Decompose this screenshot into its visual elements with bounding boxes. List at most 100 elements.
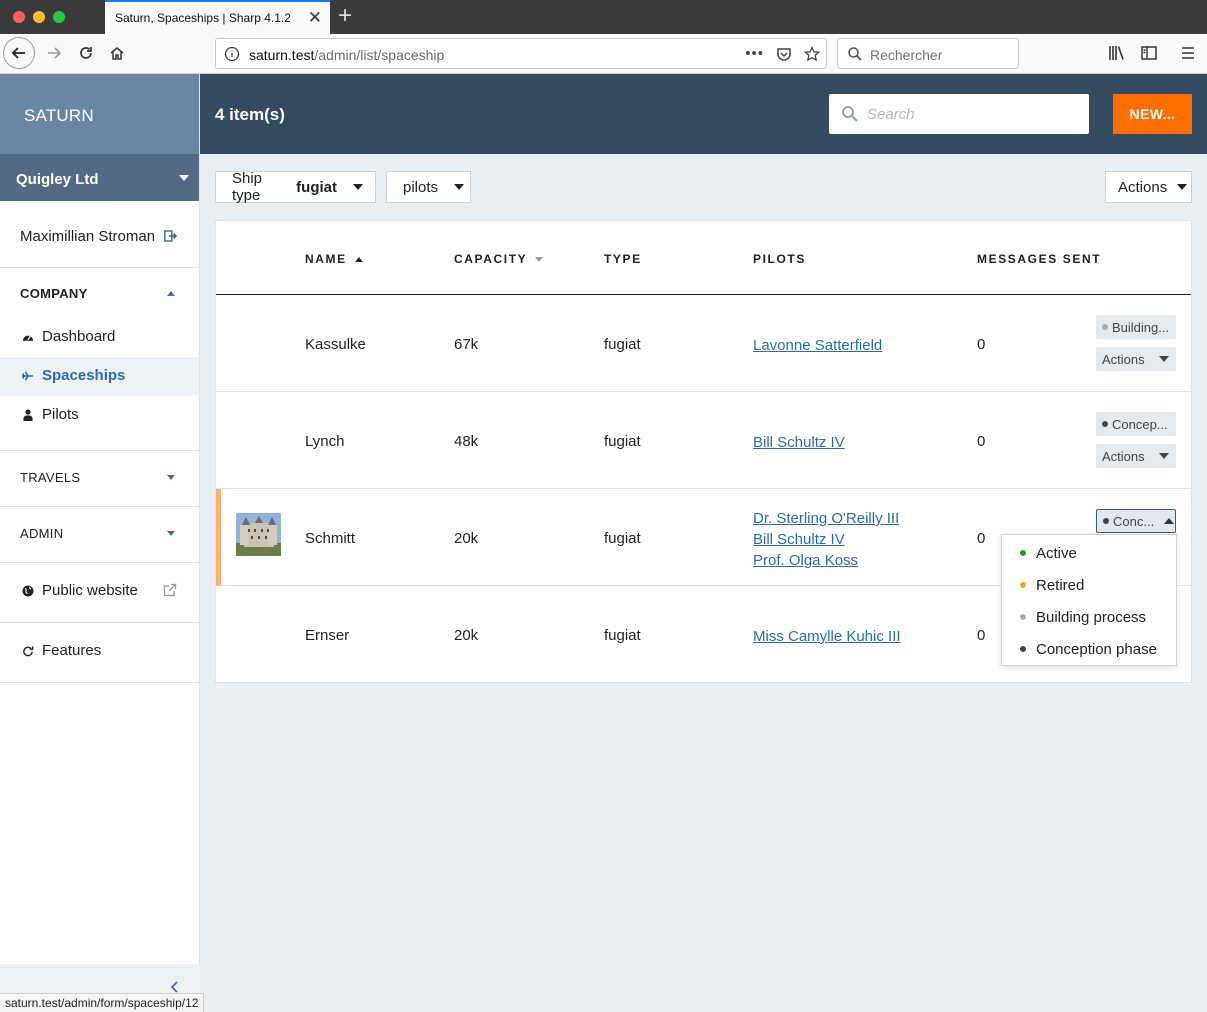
sidebar-item-pilots[interactable]: Pilots	[0, 396, 199, 435]
home-button[interactable]	[101, 37, 133, 69]
item-count: 4 item(s)	[215, 105, 285, 124]
chevron-down-icon	[1158, 453, 1169, 459]
public-website-label: Public website	[42, 582, 138, 599]
row-capacity: 20k	[454, 627, 479, 644]
table-row[interactable]: Kassulke 67k fugiat Lavonne Satterfield …	[216, 295, 1191, 392]
row-messages: 0	[977, 336, 986, 353]
state-dot	[1020, 646, 1026, 652]
sidebar-item-spaceships[interactable]: Spaceships	[0, 357, 199, 396]
sidebar-toggle-icon[interactable]	[1140, 44, 1158, 65]
column-name[interactable]: NAME	[305, 252, 363, 266]
row-type: fugiat	[604, 627, 641, 644]
row-type: fugiat	[604, 336, 641, 353]
new-button[interactable]: NEW...	[1113, 94, 1192, 134]
row-actions-label: Actions	[1102, 351, 1145, 367]
chevron-down-icon	[167, 531, 175, 536]
state-dot	[1103, 518, 1109, 524]
features-link[interactable]: Features	[0, 623, 199, 683]
state-option-conception[interactable]: Conception phase	[1002, 633, 1176, 665]
state-button[interactable]: Concep...	[1096, 412, 1176, 436]
actions-label: Actions	[1118, 178, 1168, 196]
url-bar[interactable]: saturn.test/admin/list/spaceship •••	[215, 38, 827, 69]
pocket-icon[interactable]	[776, 46, 792, 62]
chevron-down-icon	[353, 184, 363, 190]
filter-value: fugiat	[296, 178, 337, 196]
close-tab-icon[interactable]: ✕	[308, 8, 322, 28]
chevron-down-icon	[1177, 184, 1188, 190]
row-name: Kassulke	[305, 336, 366, 353]
company-selector[interactable]: Quigley Ltd	[0, 154, 199, 201]
row-name: Schmitt	[305, 530, 356, 547]
state-option-building[interactable]: Building process	[1002, 601, 1176, 633]
state-button[interactable]: Building...	[1096, 315, 1176, 339]
column-capacity[interactable]: CAPACITY	[454, 252, 544, 266]
menu-icon[interactable]	[1180, 44, 1196, 65]
reload-button[interactable]	[70, 37, 102, 69]
actions-dropdown[interactable]: Actions	[1105, 171, 1192, 203]
state-dot	[1020, 614, 1026, 620]
refresh-icon	[22, 644, 34, 658]
row-actions-button[interactable]: Actions	[1096, 347, 1176, 371]
state-label: Building...	[1112, 319, 1170, 335]
public-website-link[interactable]: Public website	[0, 563, 199, 623]
column-type: TYPE	[604, 252, 642, 266]
row-messages: 0	[977, 433, 986, 450]
close-window-button[interactable]	[13, 11, 25, 23]
section-travels[interactable]: TRAVELS	[0, 451, 199, 507]
state-option-label: Conception phase	[1036, 640, 1157, 658]
pilots-filter[interactable]: pilots	[386, 171, 471, 203]
section-company[interactable]: COMPANY	[0, 268, 199, 318]
row-capacity: 20k	[454, 530, 479, 547]
logout-icon[interactable]	[164, 229, 178, 246]
forward-button[interactable]	[38, 37, 70, 69]
sidebar-item-dashboard[interactable]: Dashboard	[0, 318, 199, 357]
new-tab-icon[interactable]: +	[338, 3, 352, 29]
maximize-window-button[interactable]	[53, 11, 65, 23]
state-label: Concep...	[1112, 416, 1168, 432]
row-messages: 0	[977, 627, 986, 644]
status-bar-url: saturn.test/admin/form/spaceship/12	[0, 993, 205, 1012]
state-option-active[interactable]: Active	[1002, 537, 1176, 569]
browser-search-placeholder: Rechercher	[870, 47, 943, 63]
search-field[interactable]	[829, 94, 1089, 134]
state-button[interactable]: Conc...	[1096, 509, 1176, 533]
info-icon[interactable]	[224, 46, 240, 65]
sidebar: SATURN Quigley Ltd Maximillian Stroman C…	[0, 74, 200, 1012]
browser-tab-bar: Saturn, Spaceships | Sharp 4.1.2 ✕ +	[0, 0, 1207, 34]
section-travels-label: TRAVELS	[20, 470, 81, 485]
browser-search-bar[interactable]: Rechercher	[837, 38, 1019, 69]
row-actions-button[interactable]: Actions	[1096, 444, 1176, 468]
list-header: 4 item(s) NEW...	[200, 74, 1207, 154]
pilot-link[interactable]: Bill Schultz IV	[753, 432, 845, 453]
library-icon[interactable]	[1108, 44, 1126, 65]
pilot-link[interactable]: Miss Camylle Kuhic III	[753, 626, 901, 647]
row-pilots: Lavonne Satterfield	[753, 335, 882, 356]
more-icon[interactable]: •••	[745, 45, 764, 62]
filter-label: pilots	[403, 178, 439, 196]
row-type: fugiat	[604, 433, 641, 450]
section-company-label: COMPANY	[20, 286, 88, 301]
sidebar-item-label: Dashboard	[42, 328, 116, 345]
ship-type-filter[interactable]: Ship type fugiat	[215, 170, 376, 204]
table-row[interactable]: Lynch 48k fugiat Bill Schultz IV 0 Conce…	[216, 392, 1191, 489]
pilot-link[interactable]: Dr. Sterling O'Reilly III	[753, 508, 899, 529]
section-admin[interactable]: ADMIN	[0, 507, 199, 563]
home-icon	[110, 47, 124, 60]
star-icon[interactable]	[804, 45, 820, 62]
pilot-link[interactable]: Lavonne Satterfield	[753, 335, 882, 356]
minimize-window-button[interactable]	[33, 11, 45, 23]
state-dot	[1020, 582, 1026, 588]
back-button[interactable]	[3, 37, 35, 69]
browser-tab[interactable]: Saturn, Spaceships | Sharp 4.1.2 ✕	[105, 0, 330, 34]
pilot-link[interactable]: Bill Schultz IV	[753, 529, 899, 550]
browser-toolbar: saturn.test/admin/list/spaceship ••• Rec…	[0, 34, 1207, 74]
user-row: Maximillian Stroman	[0, 201, 199, 268]
search-input[interactable]	[867, 94, 1077, 134]
state-option-retired[interactable]: Retired	[1002, 569, 1176, 601]
brand-title[interactable]: SATURN	[0, 74, 199, 154]
features-label: Features	[42, 642, 102, 659]
pilot-link[interactable]: Prof. Olga Koss	[753, 550, 899, 571]
state-option-label: Building process	[1036, 608, 1147, 626]
state-dot	[1102, 324, 1108, 330]
column-messages-sent: MESSAGES SENT	[977, 252, 1102, 266]
